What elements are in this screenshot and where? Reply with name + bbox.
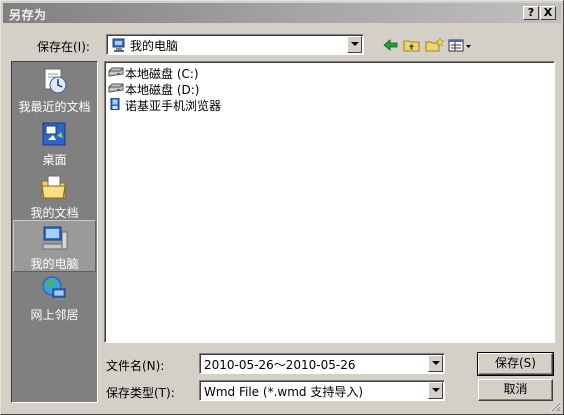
save-as-dialog: 另存为 ? X 保存在(I): 我的电脑 我最近的文档 桌面 我的文档 我的电脑… <box>0 0 564 415</box>
phone-browser-icon <box>110 98 120 110</box>
network-places-icon <box>42 276 66 300</box>
title-bar[interactable]: 另存为 ? X <box>3 3 561 23</box>
drive-icon <box>108 67 124 77</box>
recent-documents-icon <box>44 68 67 94</box>
filename-input[interactable]: 2010-05-26～2010-05-26 <box>199 353 445 374</box>
filetype-value: Wmd File (*.wmd 支持导入) <box>204 385 363 399</box>
filename-value: 2010-05-26～2010-05-26 <box>204 358 356 372</box>
window-title: 另存为 <box>9 8 47 22</box>
place-label: 网上邻居 <box>30 308 79 322</box>
place-my-documents[interactable]: 我的文档 <box>13 170 96 222</box>
place-recent-documents[interactable]: 我最近的文档 <box>13 64 96 116</box>
help-button[interactable]: ? <box>523 6 539 20</box>
my-documents-icon <box>41 175 66 199</box>
filetype-dropdown[interactable]: Wmd File (*.wmd 支持导入) <box>199 380 445 401</box>
save-button[interactable]: 保存(S) <box>477 352 554 376</box>
place-network[interactable]: 网上邻居 <box>13 272 96 324</box>
new-folder-icon[interactable] <box>424 37 444 53</box>
save-in-label: 保存在(I): <box>37 40 90 54</box>
up-folder-icon[interactable] <box>402 37 422 53</box>
close-button[interactable]: X <box>540 6 556 20</box>
filetype-label: 保存类型(T): <box>106 386 175 400</box>
back-arrow-icon[interactable] <box>381 37 401 53</box>
filename-label: 文件名(N): <box>106 359 165 373</box>
save-in-dropdown-button[interactable] <box>347 36 362 53</box>
drive-icon <box>108 83 124 93</box>
place-label: 桌面 <box>42 153 67 167</box>
filetype-dropdown-button[interactable] <box>428 382 443 399</box>
filename-dropdown-button[interactable] <box>428 355 443 372</box>
save-in-dropdown[interactable]: 我的电脑 <box>106 34 364 55</box>
resize-grip-icon[interactable] <box>549 400 561 412</box>
file-list[interactable]: 本地磁盘 (C:) 本地磁盘 (D:) 诺基亚手机浏览器 <box>104 61 555 343</box>
place-label: 我最近的文档 <box>18 100 91 114</box>
place-label: 我的电脑 <box>30 257 79 271</box>
place-label: 我的文档 <box>30 206 79 220</box>
save-in-value: 我的电脑 <box>130 39 179 53</box>
place-my-computer[interactable]: 我的电脑 <box>13 220 96 272</box>
place-desktop[interactable]: 桌面 <box>13 117 96 169</box>
my-computer-icon <box>112 38 125 52</box>
places-bar: 我最近的文档 桌面 我的文档 我的电脑 网上邻居 <box>11 61 98 403</box>
view-menu-icon[interactable] <box>447 37 473 53</box>
my-computer-icon <box>42 226 68 250</box>
desktop-icon <box>42 122 66 146</box>
cancel-button[interactable]: 取消 <box>478 379 553 401</box>
